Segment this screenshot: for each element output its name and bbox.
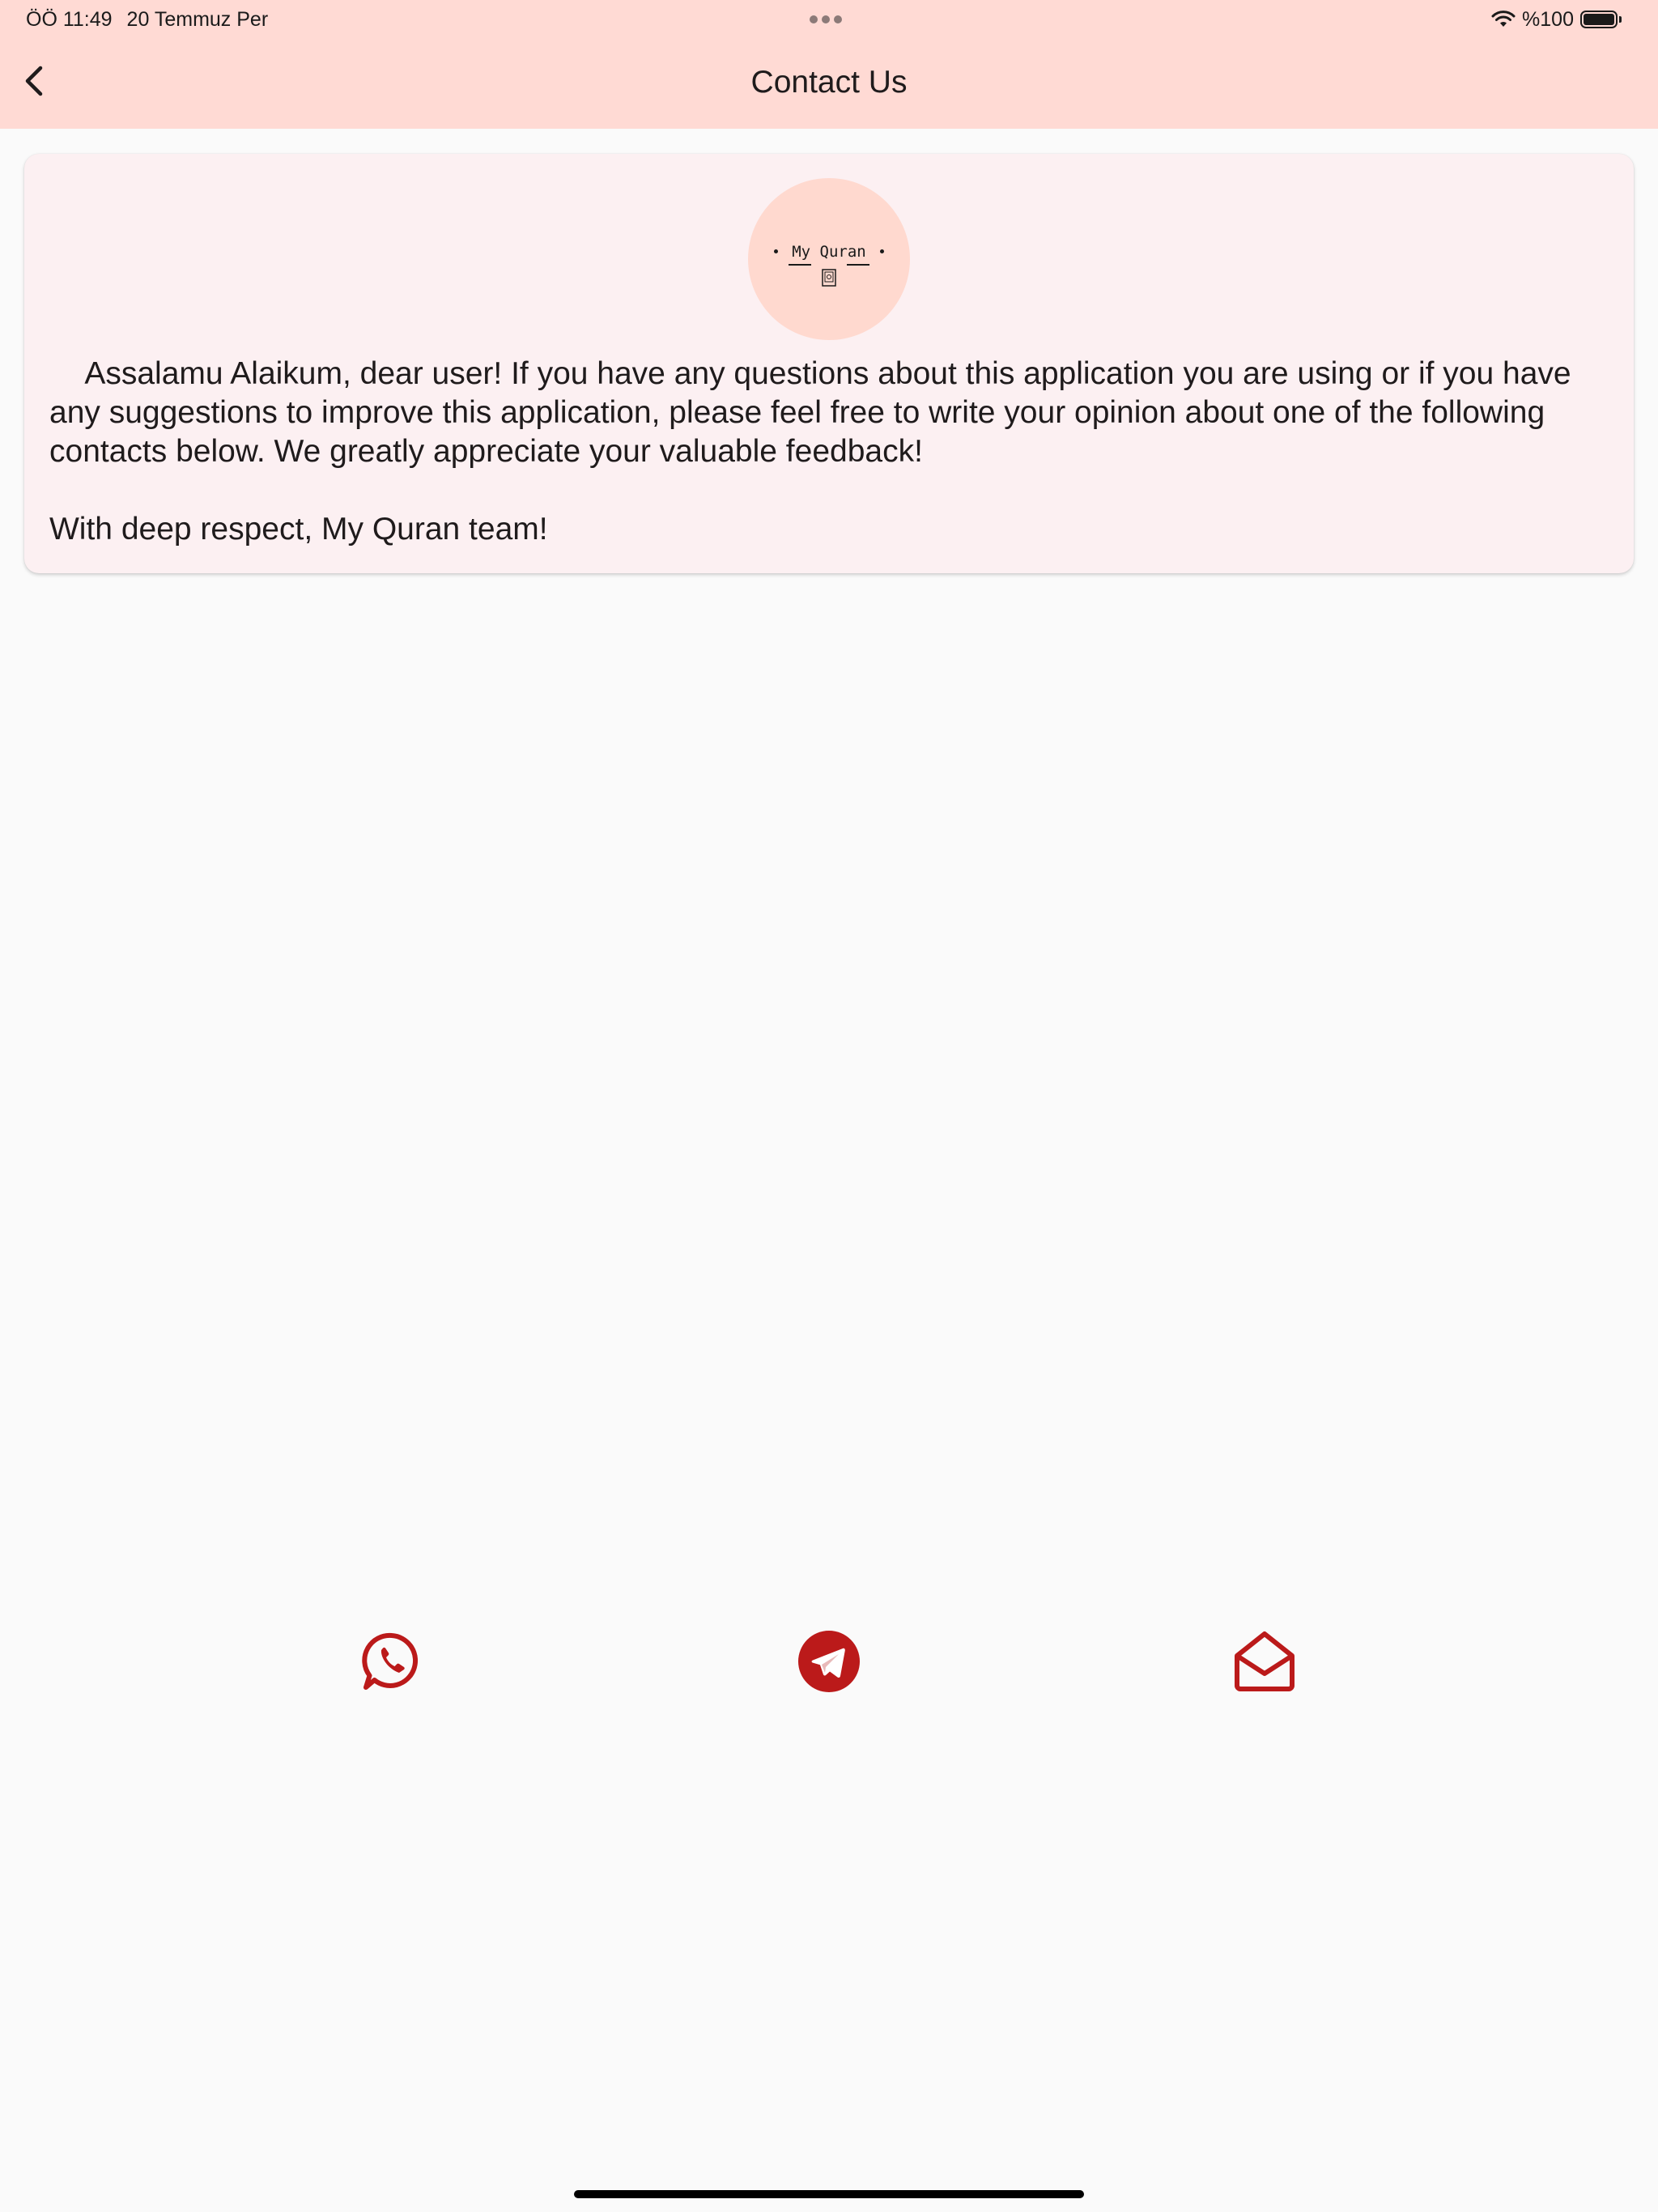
app-bar: ÖÖ 11:49 20 Temmuz Per %100 Contact Us xyxy=(0,0,1658,129)
status-time-date: ÖÖ 11:49 20 Temmuz Per xyxy=(26,6,268,32)
battery-percentage: %100 xyxy=(1522,7,1574,31)
whatsapp-icon xyxy=(362,1632,418,1690)
multitasking-dots-icon[interactable] xyxy=(810,13,848,23)
page-title: Contact Us xyxy=(750,65,908,100)
status-indicators: %100 xyxy=(1491,6,1622,32)
email-open-icon xyxy=(1235,1631,1295,1691)
contact-message: Assalamu Alaikum, dear user! If you have… xyxy=(49,356,1571,547)
logo-dot-right xyxy=(880,249,884,253)
wifi-icon xyxy=(1491,11,1516,27)
book-icon xyxy=(822,269,836,287)
home-indicator[interactable] xyxy=(574,2190,1084,2198)
battery-icon xyxy=(1580,11,1622,28)
whatsapp-button[interactable] xyxy=(358,1627,426,1695)
telegram-button[interactable] xyxy=(795,1627,863,1695)
app-logo: My Quran xyxy=(748,178,910,340)
telegram-icon xyxy=(798,1631,860,1692)
logo-text: My Quran xyxy=(792,243,866,261)
status-date: 20 Temmuz Per xyxy=(126,8,269,31)
status-time: ÖÖ 11:49 xyxy=(26,8,113,31)
email-button[interactable] xyxy=(1231,1627,1299,1695)
status-bar: ÖÖ 11:49 20 Temmuz Per %100 xyxy=(0,0,1658,39)
contact-info-card: My Quran Assalamu Alaikum, dear user! If… xyxy=(24,154,1634,573)
